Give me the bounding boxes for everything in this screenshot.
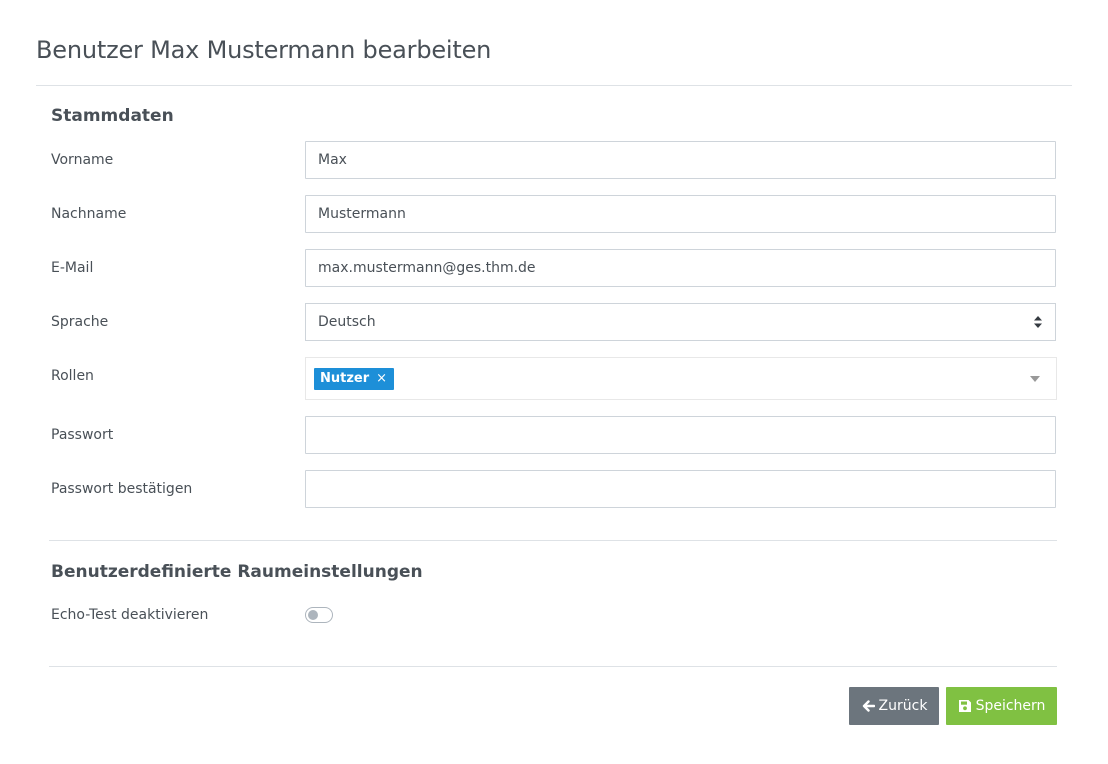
roles-label: Rollen [51,368,94,384]
roles-multiselect[interactable]: Nutzer × [305,357,1057,400]
back-button-label: Zurück [878,698,928,714]
save-button-label: Speichern [975,698,1046,714]
room-settings-heading: Benutzerdefinierte Raumeinstellungen [51,562,423,582]
password-label: Passwort [51,427,114,443]
toggle-knob [308,610,318,620]
email-input[interactable] [305,249,1056,287]
section-divider [49,540,1057,541]
footer-divider [49,666,1057,667]
floppy-disk-icon [958,700,971,712]
password-confirm-label: Passwort bestätigen [51,481,193,497]
lastname-label: Nachname [51,206,127,222]
password-input[interactable] [305,416,1056,454]
language-select-value: Deutsch [318,314,376,330]
arrow-left-icon [862,700,875,712]
title-divider [36,85,1072,86]
echo-test-toggle[interactable] [305,607,333,623]
save-button[interactable]: Speichern [946,687,1057,725]
firstname-label: Vorname [51,152,114,168]
caret-down-icon[interactable] [1030,375,1040,382]
echo-test-label: Echo-Test deaktivieren [51,607,209,623]
language-label: Sprache [51,314,109,330]
firstname-input[interactable] [305,141,1056,179]
role-tag: Nutzer × [314,367,395,390]
email-label: E-Mail [51,260,94,276]
password-confirm-input[interactable] [305,470,1056,508]
back-button[interactable]: Zurück [849,687,939,725]
sort-icon [1034,316,1042,328]
page-title: Benutzer Max Mustermann bearbeiten [36,36,492,64]
lastname-input[interactable] [305,195,1056,233]
role-tag-label: Nutzer [320,371,370,386]
role-tag-remove-icon[interactable]: × [376,371,387,386]
language-select[interactable]: Deutsch [305,303,1056,341]
stammdaten-heading: Stammdaten [51,106,174,126]
